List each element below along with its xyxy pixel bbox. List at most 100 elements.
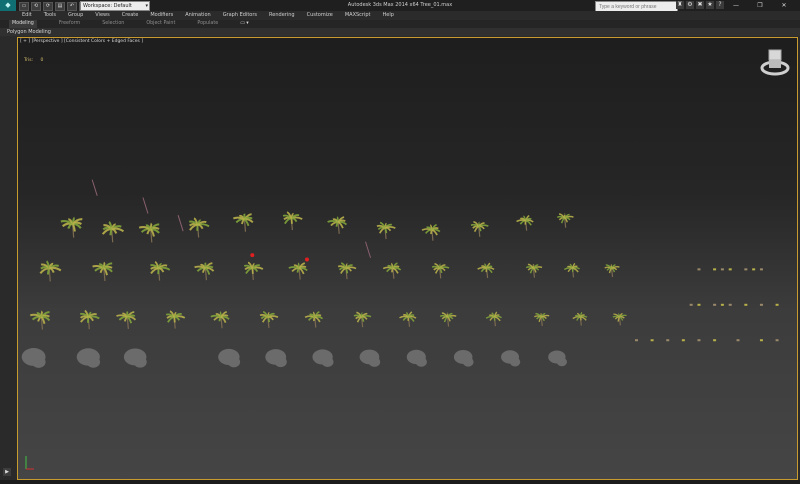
menu-item-modifiers[interactable]: Modifiers <box>150 11 173 20</box>
ribbon-minimize-toggle[interactable]: ▭ ▾ <box>240 20 248 28</box>
tab-modeling[interactable]: Modeling <box>9 20 37 28</box>
tree-silhouette[interactable] <box>453 350 474 367</box>
palm-tree[interactable] <box>563 262 580 278</box>
distant-object[interactable] <box>697 339 701 342</box>
palm-tree[interactable] <box>337 262 357 280</box>
selection-marker[interactable] <box>304 257 309 262</box>
distant-object[interactable] <box>689 303 693 306</box>
play-animation-button[interactable]: ▶ <box>3 468 11 476</box>
quick-access-button[interactable]: ↶ <box>67 2 77 11</box>
distant-object[interactable] <box>728 303 732 306</box>
distant-object[interactable] <box>713 303 717 306</box>
palm-tree[interactable] <box>534 312 550 326</box>
menu-item-rendering[interactable]: Rendering <box>269 11 295 20</box>
palm-tree[interactable] <box>92 261 113 282</box>
distant-object[interactable] <box>720 268 724 271</box>
help-icon[interactable]: ? <box>716 1 724 9</box>
menu-item-edit[interactable]: Edit <box>22 11 32 20</box>
palm-tree[interactable] <box>79 309 100 330</box>
distant-object[interactable] <box>744 303 748 306</box>
distant-object[interactable] <box>728 268 732 271</box>
tree-silhouette[interactable] <box>312 349 334 368</box>
quick-access-button[interactable]: ▭ <box>19 2 29 11</box>
close-button[interactable]: ✕ <box>772 0 796 11</box>
palm-tree[interactable] <box>210 311 230 329</box>
distant-object[interactable] <box>752 268 756 271</box>
quick-access-button[interactable]: ⟲ <box>31 2 41 11</box>
palm-tree[interactable] <box>304 311 324 328</box>
distant-object[interactable] <box>713 339 717 342</box>
palm-tree[interactable] <box>282 211 303 231</box>
tree-stem[interactable] <box>91 179 98 196</box>
palm-tree[interactable] <box>516 214 534 231</box>
distant-object[interactable] <box>759 268 763 271</box>
workspace-dropdown[interactable]: Workspace: Default ▾ <box>80 1 150 11</box>
palm-tree[interactable] <box>477 262 495 279</box>
palm-tree[interactable] <box>29 310 51 330</box>
tree-silhouette[interactable] <box>21 348 46 368</box>
distant-object[interactable] <box>759 339 763 342</box>
tools-icon[interactable]: ✖ <box>696 1 704 9</box>
tree-silhouette[interactable] <box>76 348 101 368</box>
tree-silhouette[interactable] <box>406 349 427 367</box>
palm-tree[interactable] <box>194 262 215 281</box>
palm-tree[interactable] <box>259 310 279 328</box>
palm-tree[interactable] <box>525 263 543 278</box>
palm-tree[interactable] <box>101 221 125 243</box>
palm-tree[interactable] <box>399 311 417 327</box>
palm-tree[interactable] <box>421 223 441 241</box>
menu-item-customize[interactable]: Customize <box>307 11 333 20</box>
tab-selection[interactable]: Selection <box>102 20 124 28</box>
tree-silhouette[interactable] <box>218 348 241 368</box>
palm-tree[interactable] <box>39 260 62 282</box>
menu-item-help[interactable]: Help <box>383 11 394 20</box>
menu-item-animation[interactable]: Animation <box>185 11 211 20</box>
quick-access-button[interactable]: ⟳ <box>43 2 53 11</box>
tree-stem[interactable] <box>365 241 372 258</box>
tab-freeform[interactable]: Freeform <box>59 20 80 28</box>
palm-tree[interactable] <box>288 262 308 280</box>
menu-item-views[interactable]: Views <box>95 11 109 20</box>
palm-tree[interactable] <box>232 213 254 232</box>
palm-tree[interactable] <box>612 313 627 326</box>
palm-tree[interactable] <box>353 311 372 328</box>
palm-tree[interactable] <box>382 262 402 279</box>
distant-object[interactable] <box>775 303 779 306</box>
palm-tree[interactable] <box>439 312 457 327</box>
menu-item-group[interactable]: Group <box>68 11 83 20</box>
distant-object[interactable] <box>744 268 748 271</box>
ribbon-panel-label[interactable]: Polygon Modeling <box>0 28 800 36</box>
distant-object[interactable] <box>634 339 638 342</box>
tree-silhouette[interactable] <box>123 348 147 368</box>
distant-object[interactable] <box>666 339 670 342</box>
perspective-viewport[interactable]: [ + ] [Perspective ] [Consistent Colors … <box>17 37 798 480</box>
minimize-button[interactable]: — <box>724 0 748 11</box>
selection-marker[interactable] <box>250 253 255 258</box>
distant-object[interactable] <box>681 339 685 342</box>
distant-object[interactable] <box>697 303 701 306</box>
palm-tree[interactable] <box>431 262 450 279</box>
distant-object[interactable] <box>759 303 763 306</box>
menu-item-maxscript[interactable]: MAXScript <box>345 11 371 20</box>
palm-tree[interactable] <box>604 264 620 278</box>
distant-object[interactable] <box>720 303 724 306</box>
distant-object[interactable] <box>775 339 779 342</box>
tab-object-paint[interactable]: Object Paint <box>146 20 175 28</box>
tree-stem[interactable] <box>142 197 149 214</box>
palm-tree[interactable] <box>116 311 137 329</box>
distant-object[interactable] <box>736 339 740 342</box>
quick-access-button[interactable]: ▤ <box>55 2 65 11</box>
maximize-button[interactable]: ❐ <box>748 0 772 11</box>
palm-tree[interactable] <box>327 216 348 234</box>
palm-tree[interactable] <box>485 311 502 327</box>
tab-populate[interactable]: Populate <box>197 20 218 28</box>
palm-tree[interactable] <box>189 217 210 238</box>
palm-tree[interactable] <box>150 260 171 281</box>
menu-item-tools[interactable]: Tools <box>44 11 56 20</box>
distant-object[interactable] <box>697 268 701 271</box>
tree-silhouette[interactable] <box>359 349 381 367</box>
app-logo-icon[interactable]: ◆ <box>0 0 16 11</box>
tree-silhouette[interactable] <box>265 349 287 368</box>
menu-item-graph-editors[interactable]: Graph Editors <box>223 11 257 20</box>
palm-tree[interactable] <box>376 221 396 240</box>
